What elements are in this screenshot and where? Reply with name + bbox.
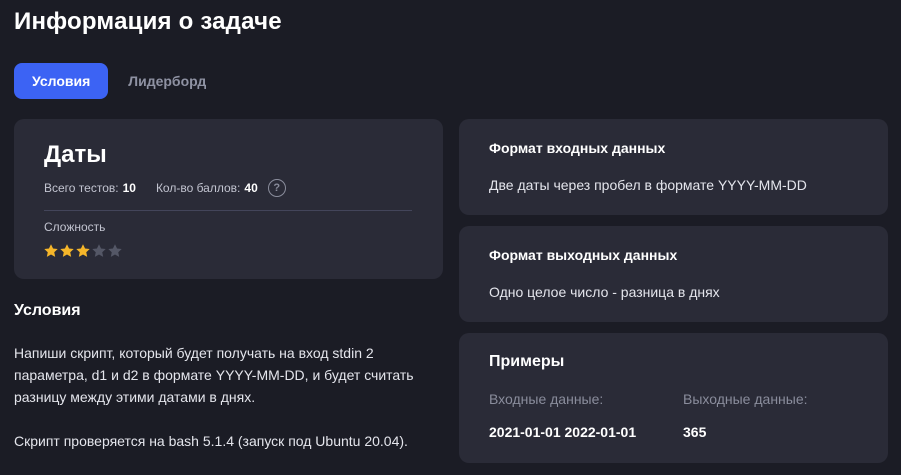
tests-count: Всего тестов: 10 [44, 181, 136, 195]
star-empty-icon [91, 243, 107, 259]
task-summary-card: Даты Всего тестов: 10 Кол-во баллов: 40 … [14, 119, 443, 279]
star-filled-icon [59, 243, 75, 259]
input-format-title: Формат входных данных [489, 140, 666, 156]
difficulty-label: Сложность [44, 220, 106, 234]
conditions-paragraph: Напиши скрипт, который будет получать на… [14, 345, 414, 405]
example-input-column: Входные данные: 2021-01-01 2022-01-01 [489, 391, 636, 440]
conditions-paragraph: Скрипт проверяется на bash 5.1.4 (запуск… [14, 433, 408, 449]
example-input-value: 2021-01-01 2022-01-01 [489, 424, 637, 440]
task-name: Даты [44, 141, 107, 168]
conditions-text: Напиши скрипт, который будет получать на… [14, 342, 444, 452]
tab-bar: Условия Лидерборд [14, 63, 222, 99]
star-filled-icon [75, 243, 91, 259]
input-format-card: Формат входных данных Две даты через про… [459, 119, 888, 215]
difficulty-rating [43, 243, 123, 259]
tests-value: 10 [122, 181, 136, 195]
page-title: Информация о задаче [14, 8, 282, 35]
task-stats: Всего тестов: 10 Кол-во баллов: 40 ? [44, 179, 286, 197]
example-input-label: Входные данные: [489, 391, 604, 407]
output-format-card: Формат выходных данных Одно целое число … [459, 226, 888, 322]
example-output-value: 365 [683, 424, 707, 440]
output-format-text: Одно целое число - разница в днях [489, 284, 720, 300]
task-info-page: Информация о задаче Условия Лидерборд Да… [0, 0, 901, 475]
examples-card: Примеры Входные данные: 2021-01-01 2022-… [459, 333, 888, 463]
output-format-title: Формат выходных данных [489, 247, 678, 263]
tab-conditions[interactable]: Условия [14, 63, 109, 99]
divider [44, 210, 412, 211]
star-filled-icon [43, 243, 59, 259]
example-output-label: Выходные данные: [683, 391, 808, 407]
points-count: Кол-во баллов: 40 ? [156, 179, 286, 197]
tests-label: Всего тестов: [44, 181, 119, 195]
star-empty-icon [107, 243, 123, 259]
input-format-text: Две даты через пробел в формате YYYY-MM-… [489, 177, 807, 193]
example-output-column: Выходные данные: 365 [683, 391, 808, 440]
points-value: 40 [244, 181, 258, 195]
points-label: Кол-во баллов: [155, 181, 241, 195]
examples-title: Примеры [489, 353, 565, 370]
conditions-title: Условия [14, 302, 81, 319]
help-icon[interactable]: ? [267, 179, 286, 197]
tab-leaderboard[interactable]: Лидерборд [112, 63, 222, 99]
